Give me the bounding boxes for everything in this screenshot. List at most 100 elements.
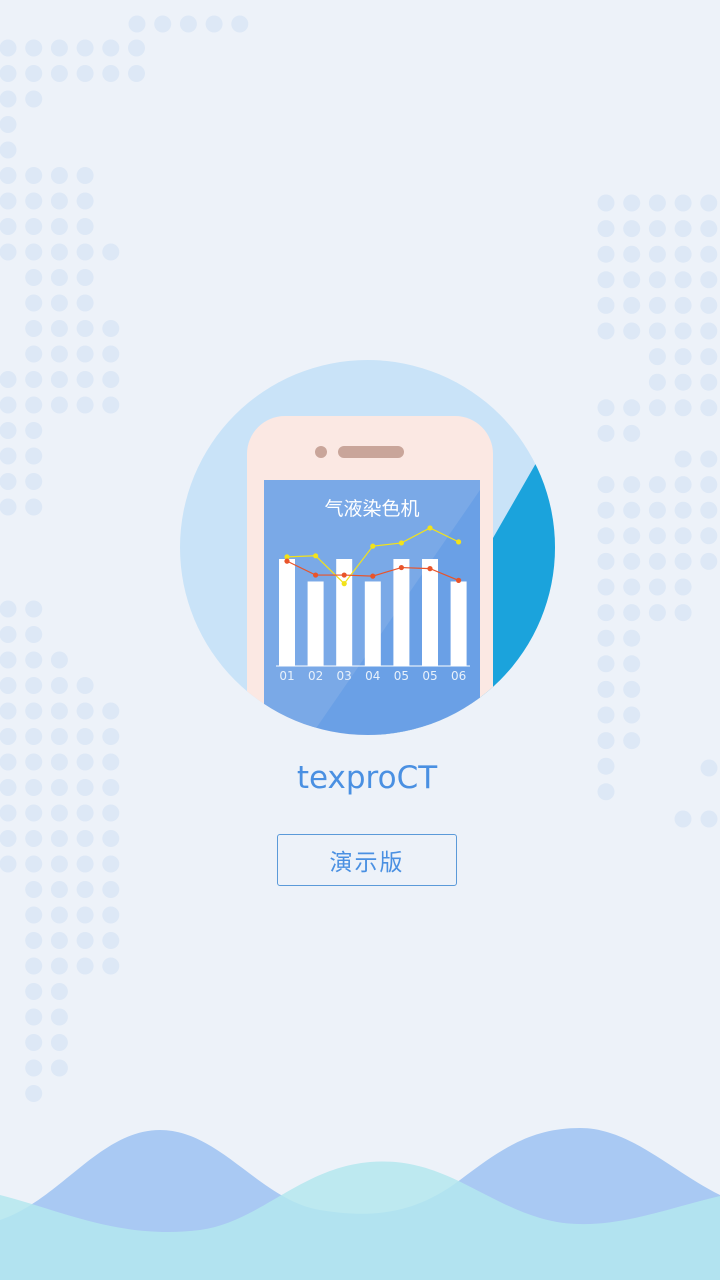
map-dot — [700, 476, 718, 494]
demo-version-button[interactable]: 演示版 — [277, 834, 457, 886]
map-dot — [76, 702, 94, 720]
map-dot — [597, 424, 615, 442]
map-dot — [25, 192, 43, 210]
map-dot — [0, 855, 17, 873]
phone-speaker — [338, 446, 404, 458]
map-dot — [700, 296, 718, 314]
map-dot — [50, 906, 68, 924]
map-dot — [700, 450, 718, 468]
map-dot — [128, 39, 145, 57]
map-dot — [50, 702, 68, 720]
map-dot — [25, 1059, 43, 1077]
app-name: texproCT — [296, 760, 438, 796]
map-dot — [25, 65, 43, 82]
map-dot — [25, 39, 43, 57]
map-dot — [0, 396, 17, 414]
map-dot — [25, 957, 43, 975]
map-dot — [76, 881, 94, 898]
map-dot — [76, 957, 94, 975]
map-dot — [648, 399, 666, 417]
map-dot — [700, 348, 718, 366]
map-dot — [25, 422, 43, 439]
map-dot — [50, 65, 68, 82]
map-dot — [674, 373, 692, 391]
chart-x-tick-label: 05 — [393, 669, 410, 683]
map-dot — [102, 957, 120, 975]
map-dot — [648, 271, 666, 289]
map-dot — [102, 320, 120, 337]
map-dot — [76, 192, 94, 210]
map-dot — [76, 855, 94, 873]
map-dot — [102, 728, 120, 745]
map-dot — [154, 15, 172, 33]
map-dot — [50, 651, 68, 669]
map-dot — [25, 600, 43, 618]
map-dot — [0, 600, 17, 618]
map-dot — [0, 422, 17, 439]
map-dot — [674, 399, 692, 417]
map-dot — [25, 218, 43, 235]
map-dot — [648, 322, 666, 340]
map-dot — [25, 396, 43, 414]
map-dot — [623, 629, 641, 647]
map-dot — [102, 855, 120, 873]
map-dot — [0, 90, 17, 108]
map-dot — [50, 983, 68, 1000]
map-dot — [0, 141, 17, 159]
map-dot — [76, 167, 94, 184]
map-dot — [76, 804, 94, 822]
map-dot — [76, 677, 94, 694]
chart-x-tick-label: 04 — [365, 669, 381, 683]
phone-camera-icon — [315, 446, 327, 458]
map-dot — [0, 804, 17, 822]
map-dot — [648, 501, 666, 519]
map-dot — [648, 527, 666, 545]
map-dot — [623, 732, 641, 750]
chart-point — [427, 525, 433, 531]
map-dot — [0, 626, 17, 643]
map-dot — [674, 271, 692, 289]
map-dot — [50, 881, 68, 898]
map-dot — [0, 39, 17, 57]
map-dot — [25, 830, 43, 847]
map-dot — [674, 810, 692, 828]
chart-x-tick-label: 02 — [307, 669, 324, 683]
map-dot — [0, 728, 17, 745]
map-dot — [50, 677, 68, 694]
map-dot — [623, 476, 641, 494]
map-dot — [597, 271, 615, 289]
map-dot — [102, 371, 120, 388]
map-dot — [102, 65, 120, 82]
map-dot — [623, 552, 641, 570]
map-dot — [25, 881, 43, 898]
map-dot — [50, 1059, 68, 1077]
map-dot — [623, 271, 641, 289]
map-dot — [700, 373, 718, 391]
map-dot — [25, 447, 43, 465]
map-dot — [0, 473, 17, 490]
map-dot — [76, 294, 94, 312]
map-dot — [623, 322, 641, 340]
map-dot — [648, 220, 666, 238]
map-dot — [623, 680, 641, 698]
chart-point — [427, 566, 433, 572]
map-dot — [50, 269, 68, 286]
map-dot — [102, 830, 120, 847]
map-dot — [623, 604, 641, 622]
map-dot — [674, 296, 692, 314]
map-dot — [674, 348, 692, 366]
map-dot — [25, 855, 43, 873]
map-dot — [50, 1008, 68, 1026]
map-dot — [700, 399, 718, 417]
map-dot — [25, 932, 43, 949]
chart-point — [341, 572, 347, 578]
map-dot — [50, 320, 68, 337]
map-dot — [50, 1034, 68, 1051]
map-dot — [205, 15, 223, 33]
map-dot — [623, 424, 641, 442]
map-dot — [25, 90, 43, 108]
map-dot — [648, 194, 666, 212]
map-dot — [76, 269, 94, 286]
chart-point — [456, 577, 462, 583]
map-dot — [50, 932, 68, 949]
